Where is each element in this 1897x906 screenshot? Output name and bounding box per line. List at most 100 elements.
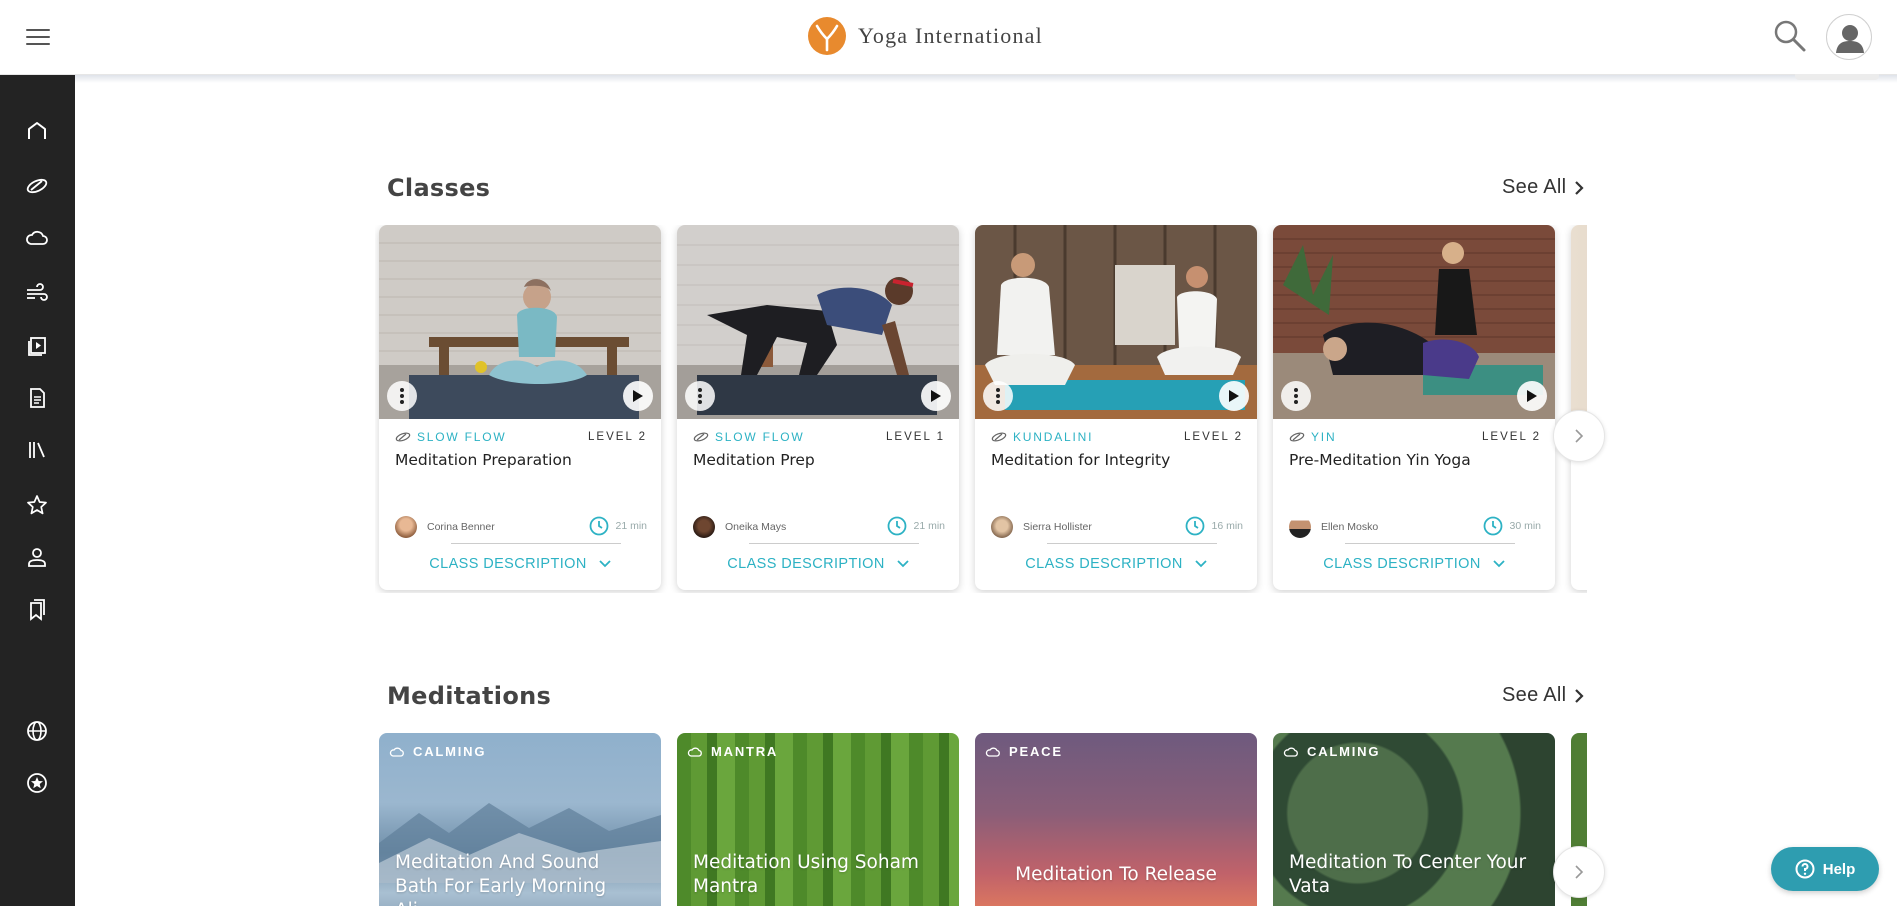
instructor[interactable]: Corina Benner: [395, 516, 495, 538]
meditation-tag: CALMING: [1283, 744, 1380, 759]
class-description-toggle[interactable]: CLASS DESCRIPTION: [677, 556, 959, 572]
yoga-style-icon: [991, 432, 1007, 442]
clock-icon: [1186, 516, 1205, 536]
header-tab-chip: [1795, 74, 1879, 80]
class-card[interactable]: SLOW FLOW LEVEL 1 Meditation Prep Oneika…: [677, 225, 959, 590]
divider: [749, 543, 919, 544]
class-thumbnail[interactable]: [677, 225, 959, 419]
class-description-toggle[interactable]: CLASS DESCRIPTION: [1273, 556, 1555, 572]
header-shadow: [75, 75, 1897, 83]
see-all-label: See All: [1502, 176, 1567, 198]
meditations-next-button[interactable]: [1553, 846, 1605, 898]
classes-next-button[interactable]: [1553, 410, 1605, 462]
chevron-down-icon: [1493, 556, 1505, 572]
cloud-icon: [985, 747, 1000, 757]
class-title[interactable]: Meditation for Integrity: [991, 451, 1170, 469]
user-avatar-icon[interactable]: [1826, 14, 1872, 60]
meditation-tag: CALMING: [389, 744, 486, 759]
meditations-section-title: Meditations: [387, 682, 552, 710]
meditation-title: Meditation Using Soham Mantra: [693, 852, 919, 897]
wind-breath-icon[interactable]: [18, 274, 56, 312]
class-description-label: CLASS DESCRIPTION: [1025, 556, 1183, 572]
video-icon[interactable]: [18, 327, 56, 365]
bookmark-icon[interactable]: [18, 591, 56, 629]
more-options-icon[interactable]: [1281, 381, 1311, 411]
star-favorites-icon[interactable]: [18, 486, 56, 524]
class-thumbnail[interactable]: [1571, 225, 1587, 419]
library-icon[interactable]: [18, 431, 56, 469]
help-button[interactable]: Help: [1771, 847, 1879, 891]
brand-logo[interactable]: Yoga International: [808, 16, 1043, 56]
play-icon[interactable]: [1219, 381, 1249, 411]
style-tag[interactable]: YIN: [1311, 430, 1336, 444]
play-icon[interactable]: [921, 381, 951, 411]
question-circle-icon: [1795, 859, 1815, 879]
see-all-label: See All: [1502, 684, 1567, 706]
meditation-card[interactable]: MANTRA Meditation Using Soham Mantra: [677, 733, 959, 906]
class-card-partial[interactable]: [1571, 225, 1587, 590]
classes-see-all-link[interactable]: See All: [1502, 176, 1584, 199]
play-icon[interactable]: [1517, 381, 1547, 411]
cloud-icon: [389, 747, 404, 757]
class-thumbnail[interactable]: [975, 225, 1257, 419]
class-meta: SLOW FLOW LEVEL 2: [395, 429, 647, 445]
badge-icon[interactable]: [18, 764, 56, 802]
class-meta: KUNDALINI LEVEL 2: [991, 429, 1243, 445]
instructor-name: Sierra Hollister: [1023, 521, 1092, 533]
more-options-icon[interactable]: [387, 381, 417, 411]
teacher-icon[interactable]: [18, 538, 56, 576]
class-thumbnail[interactable]: [1273, 225, 1555, 419]
cloud-icon: [687, 747, 702, 757]
style-tag[interactable]: SLOW FLOW: [417, 430, 507, 444]
meditation-card[interactable]: CALMING Meditation To Center Your Vata: [1273, 733, 1555, 906]
duration-label: 21 min: [913, 520, 945, 532]
duration: 30 min: [1483, 516, 1541, 536]
meditations-see-all-link[interactable]: See All: [1502, 684, 1584, 707]
style-tag[interactable]: SLOW FLOW: [715, 430, 805, 444]
meditation-tag-label: MANTRA: [711, 744, 779, 759]
chevron-right-icon: [1575, 429, 1584, 443]
meditation-tag: PEACE: [985, 744, 1063, 759]
more-options-icon[interactable]: [685, 381, 715, 411]
class-card[interactable]: YIN LEVEL 2 Pre-Meditation Yin Yoga Elle…: [1273, 225, 1555, 590]
chevron-down-icon: [897, 556, 909, 572]
search-icon[interactable]: [1772, 18, 1808, 54]
more-options-icon[interactable]: [983, 381, 1013, 411]
class-title[interactable]: Meditation Prep: [693, 451, 815, 469]
divider: [1047, 543, 1217, 544]
instructor[interactable]: Ellen Mosko: [1289, 516, 1378, 538]
hamburger-menu-icon[interactable]: [24, 24, 52, 48]
home-icon[interactable]: [18, 112, 56, 150]
class-description-toggle[interactable]: CLASS DESCRIPTION: [379, 556, 661, 572]
meditation-tag-label: CALMING: [1307, 744, 1381, 759]
class-card[interactable]: SLOW FLOW LEVEL 2 Meditation Preparation…: [379, 225, 661, 590]
top-header: Yoga International: [0, 0, 1897, 75]
class-title[interactable]: Meditation Preparation: [395, 451, 572, 469]
play-icon[interactable]: [623, 381, 653, 411]
chevron-down-icon: [1195, 556, 1207, 572]
class-card[interactable]: KUNDALINI LEVEL 2 Meditation for Integri…: [975, 225, 1257, 590]
cloud-meditation-icon[interactable]: [18, 219, 56, 257]
instructor-name: Oneika Mays: [725, 521, 787, 533]
meditation-card[interactable]: CALMING Meditation And Sound Bath For Ea…: [379, 733, 661, 906]
yoga-class-icon[interactable]: [18, 167, 56, 205]
duration-label: 30 min: [1509, 520, 1541, 532]
class-thumbnail[interactable]: [379, 225, 661, 419]
instructor-avatar: [991, 516, 1013, 538]
article-icon[interactable]: [18, 379, 56, 417]
classes-section-title: Classes: [387, 174, 491, 202]
yoga-logo-icon: [808, 17, 846, 55]
meditation-card[interactable]: PEACE Meditation To Release: [975, 733, 1257, 906]
style-tag[interactable]: KUNDALINI: [1013, 430, 1093, 444]
meditation-tag-label: CALMING: [413, 744, 487, 759]
class-meta: SLOW FLOW LEVEL 1: [693, 429, 945, 445]
meditation-tag: MANTRA: [687, 744, 778, 759]
globe-icon[interactable]: [18, 712, 56, 750]
instructor-avatar: [395, 516, 417, 538]
class-description-label: CLASS DESCRIPTION: [727, 556, 885, 572]
yoga-style-icon: [1289, 432, 1305, 442]
instructor[interactable]: Sierra Hollister: [991, 516, 1092, 538]
class-description-toggle[interactable]: CLASS DESCRIPTION: [975, 556, 1257, 572]
instructor[interactable]: Oneika Mays: [693, 516, 786, 538]
class-title[interactable]: Pre-Meditation Yin Yoga: [1289, 451, 1471, 469]
